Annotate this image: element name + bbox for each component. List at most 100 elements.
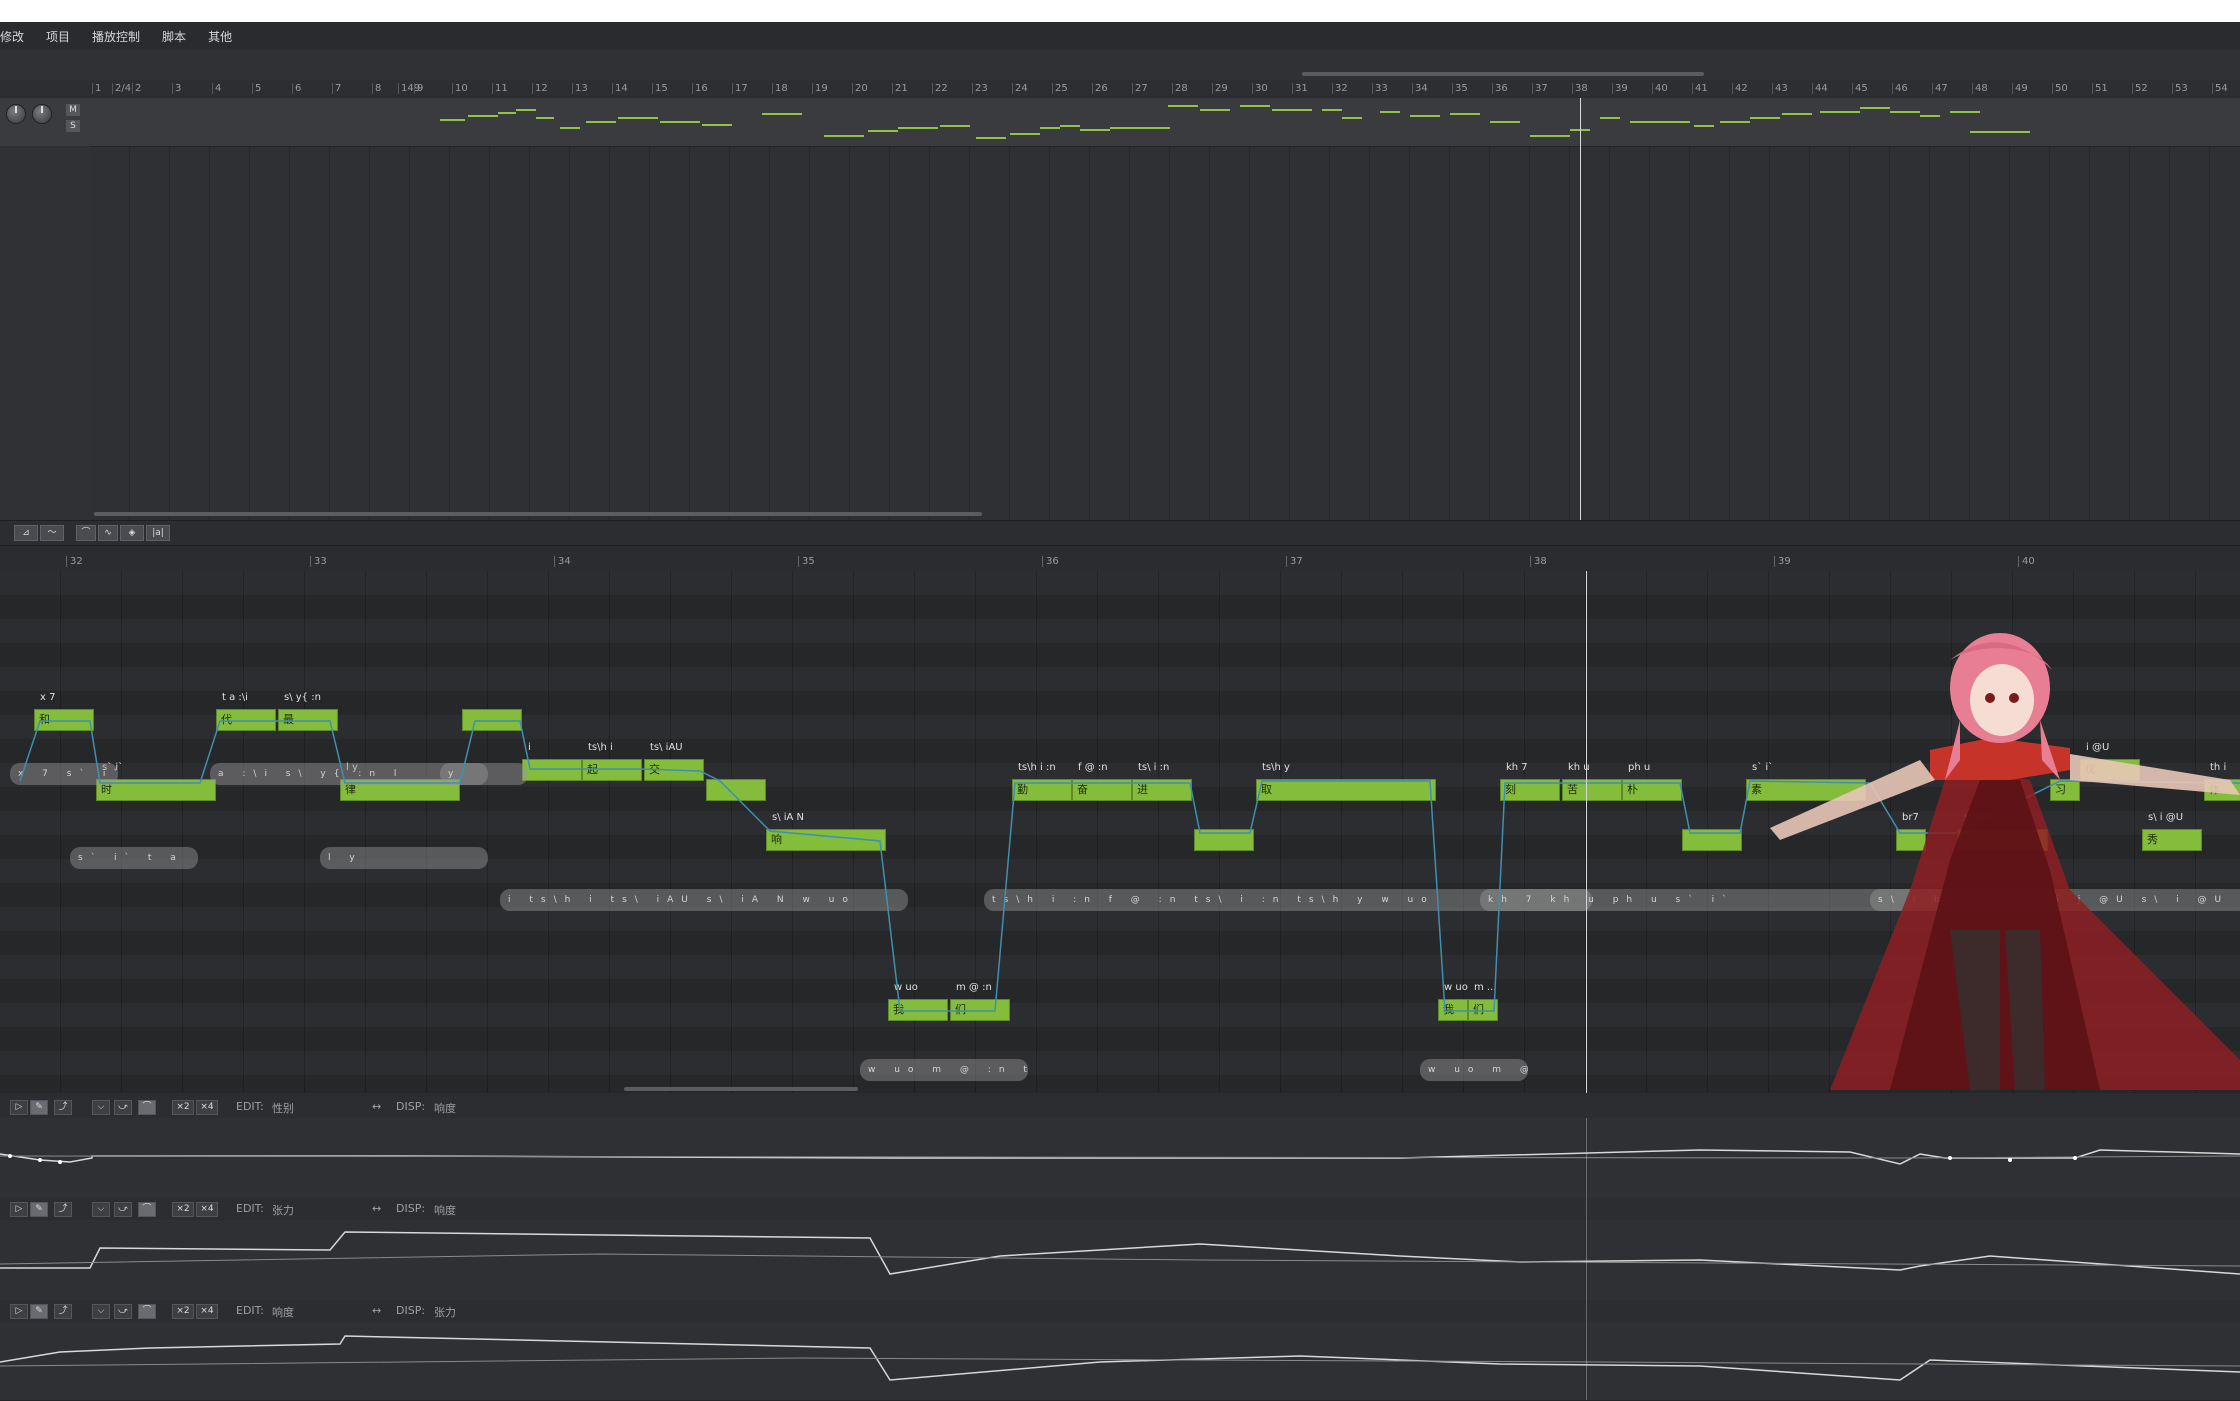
note[interactable]: 勤	[1012, 779, 1072, 801]
menu-playback[interactable]: 播放控制	[92, 28, 140, 45]
roll-scrollbar[interactable]	[624, 1087, 858, 1091]
note[interactable]: 和	[34, 709, 94, 731]
note[interactable]: 苦	[1562, 779, 1622, 801]
param-tool-icon[interactable]: ✎	[30, 1202, 48, 1217]
note[interactable]: 响	[766, 829, 886, 851]
ruler-bar-label: 1	[92, 83, 101, 94]
note[interactable]: 进	[1132, 779, 1192, 801]
note[interactable]: 奋	[1072, 779, 1132, 801]
arrangement-playhead[interactable]	[1580, 98, 1581, 520]
note[interactable]	[1682, 829, 1742, 851]
disp-param-value[interactable]: 响度	[434, 1100, 456, 1116]
zoom-x2-button[interactable]: ×2	[172, 1304, 194, 1319]
arrangement-scrollbar[interactable]	[94, 512, 982, 516]
note[interactable]	[462, 709, 522, 731]
note[interactable]: 我	[1438, 999, 1468, 1021]
param-tool-icon[interactable]: ⤴	[54, 1202, 72, 1217]
waveform-tool-icon[interactable]: ◈	[120, 525, 144, 541]
note-phoneme-label: ts\h y	[1262, 762, 1290, 773]
param-tool-icon[interactable]: ⤴	[54, 1100, 72, 1115]
note[interactable]: 最	[278, 709, 338, 731]
arrangement-ruler: 1 2/4 2 3 4 5 6 7 8 149 9 10 11 12 13 14 15 16 17 18 19 20 21 2…	[0, 80, 2240, 99]
param-tool-icon[interactable]: ⤴	[54, 1304, 72, 1319]
ruler-bar-label: 29	[1212, 83, 1228, 94]
ruler-bar-label: 25	[1052, 83, 1068, 94]
phoneme-tool-icon[interactable]: |a|	[146, 525, 170, 541]
volume-knob[interactable]	[6, 104, 26, 124]
ruler-bar-label: 53	[2172, 83, 2188, 94]
param-tool-icon[interactable]: ▷	[10, 1202, 28, 1217]
track-lane[interactable]	[90, 98, 2240, 147]
vibrato-tool-icon[interactable]: ∿	[98, 525, 118, 541]
note[interactable]: 取	[1256, 779, 1436, 801]
param-lane-1[interactable]	[0, 1118, 2240, 1199]
param-tool-icon[interactable]: ⌒	[138, 1100, 156, 1115]
param-tool-icon[interactable]: ✎	[30, 1100, 48, 1115]
note[interactable]: 起	[582, 759, 642, 781]
edit-param-value[interactable]: 响度	[272, 1304, 294, 1320]
editor-toolbar: ⊿ 〜 ⌒ ∿ ◈ |a|	[0, 520, 2240, 546]
param-tool-icon[interactable]: ⌵	[92, 1304, 110, 1319]
ruler-bar-label: 4	[212, 83, 221, 94]
note[interactable]: 们	[950, 999, 1010, 1021]
disp-param-value[interactable]: 响度	[434, 1202, 456, 1218]
note[interactable]	[706, 779, 766, 801]
curve-tool-icon[interactable]: ⌒	[76, 525, 96, 541]
swap-icon[interactable]: ↔	[372, 1304, 381, 1317]
zoom-x2-button[interactable]: ×2	[172, 1202, 194, 1217]
note-tool-icon[interactable]: ⊿	[14, 525, 38, 541]
roll-ruler-bar-label: 39	[1774, 556, 1791, 567]
ruler-bar-label: 52	[2132, 83, 2148, 94]
ruler-bar-label: 10	[452, 83, 468, 94]
waveform-segment: w uo m @ :n kh 7	[1420, 1059, 1528, 1081]
ruler-bar-label: 33	[1372, 83, 1388, 94]
zoom-x4-button[interactable]: ×4	[196, 1100, 218, 1115]
note[interactable]	[522, 759, 582, 781]
param-bar-2: ▷ ✎ ⤴ ⌵ ⤻ ⌒ ×2 ×4 EDIT: 张力 ↔ DISP: 响度	[0, 1198, 2240, 1220]
zoom-x4-button[interactable]: ×4	[196, 1304, 218, 1319]
menu-edit[interactable]: 修改	[0, 28, 24, 45]
edit-param-value[interactable]: 张力	[272, 1202, 294, 1218]
ruler-bar-label: 30	[1252, 83, 1268, 94]
piano-roll-ruler: 32 33 34 35 36 37 38 39 40	[0, 553, 2240, 572]
pan-knob[interactable]	[32, 104, 52, 124]
note[interactable]	[1194, 829, 1254, 851]
param-tool-icon[interactable]: ⤻	[114, 1304, 132, 1319]
swap-icon[interactable]: ↔	[372, 1100, 381, 1113]
param-tool-icon[interactable]: ▷	[10, 1304, 28, 1319]
note[interactable]: 我	[888, 999, 948, 1021]
note[interactable]: 交	[644, 759, 704, 781]
param-tool-icon[interactable]: ⌵	[92, 1100, 110, 1115]
disp-param-value[interactable]: 张力	[434, 1304, 456, 1320]
note[interactable]: 刻	[1500, 779, 1560, 801]
ruler-bar-label: 21	[892, 83, 908, 94]
param-lane-3[interactable]	[0, 1322, 2240, 1401]
arrangement-top-scrollbar[interactable]	[1302, 72, 1704, 76]
note[interactable]: 们	[1468, 999, 1498, 1021]
swap-icon[interactable]: ↔	[372, 1202, 381, 1215]
param-tool-icon[interactable]: ⤻	[114, 1100, 132, 1115]
param-tool-icon[interactable]: ⤻	[114, 1202, 132, 1217]
param-tool-icon[interactable]: ▷	[10, 1100, 28, 1115]
zoom-x2-button[interactable]: ×2	[172, 1100, 194, 1115]
menu-other[interactable]: 其他	[208, 28, 232, 45]
roll-playhead[interactable]	[1586, 571, 1587, 1093]
menu-project[interactable]: 项目	[46, 28, 70, 45]
param-tool-icon[interactable]: ⌒	[138, 1202, 156, 1217]
arrangement-empty-tracks[interactable]	[90, 147, 2240, 520]
note-phoneme-label: s\ iA N	[772, 812, 805, 823]
note[interactable]: 朴	[1622, 779, 1682, 801]
zoom-x4-button[interactable]: ×4	[196, 1202, 218, 1217]
solo-button[interactable]: S	[66, 120, 80, 132]
param-tool-icon[interactable]: ⌵	[92, 1202, 110, 1217]
param-tool-icon[interactable]: ✎	[30, 1304, 48, 1319]
note[interactable]: 代	[216, 709, 276, 731]
menu-script[interactable]: 脚本	[162, 28, 186, 45]
pitch-tool-icon[interactable]: 〜	[40, 525, 64, 541]
param-tool-icon[interactable]: ⌒	[138, 1304, 156, 1319]
ruler-bar-label: 39	[1612, 83, 1628, 94]
param-lane-2[interactable]	[0, 1220, 2240, 1301]
edit-param-value[interactable]: 性别	[272, 1100, 294, 1116]
mute-button[interactable]: M	[66, 104, 80, 116]
ruler-bar-label: 41	[1692, 83, 1708, 94]
